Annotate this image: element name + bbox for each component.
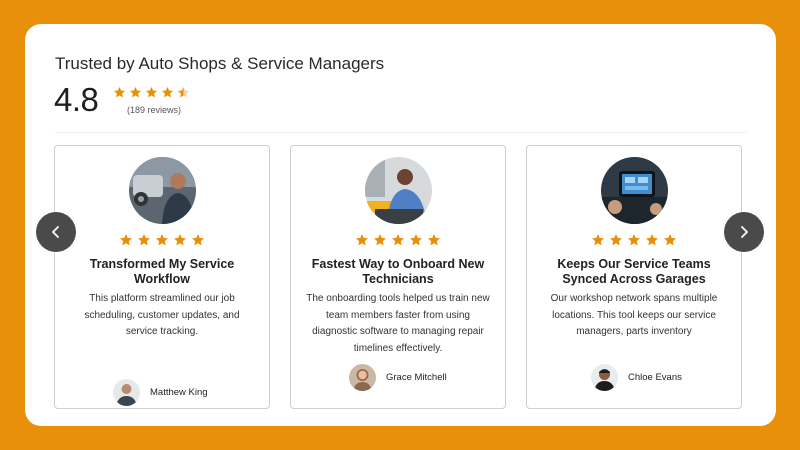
star-icon: [374, 234, 386, 246]
avatar: [113, 379, 140, 406]
average-rating: 4.8: [54, 81, 99, 118]
average-rating-stars: [113, 86, 193, 104]
divider: [55, 132, 746, 133]
testimonial-card: Transformed My Service Workflow This pla…: [54, 145, 270, 409]
star-icon: [410, 234, 422, 246]
testimonial-author: Grace Mitchell: [349, 364, 447, 391]
half-star-icon: [177, 86, 190, 98]
star-icon: [592, 234, 604, 246]
testimonial-text: Our workshop network spans multiple loca…: [550, 293, 718, 337]
testimonial-title: Transformed My Service Workflow: [89, 257, 235, 286]
carousel-next-button[interactable]: [724, 212, 764, 252]
star-icon: [392, 234, 404, 246]
testimonial-title: Fastest Way to Onboard New Technicians: [311, 257, 485, 286]
star-icon: [610, 234, 622, 246]
star-icon: [120, 234, 132, 246]
card-stars: [527, 233, 741, 247]
reviews-panel: Trusted by Auto Shops & Service Managers…: [25, 24, 776, 426]
star-icon: [156, 234, 168, 246]
reviewer-photo: [129, 157, 196, 224]
testimonial-text: The onboarding tools helped us train new…: [306, 293, 490, 354]
testimonial-author: Matthew King: [113, 379, 208, 406]
star-icon: [129, 86, 142, 98]
testimonial-author: Chloe Evans: [591, 364, 682, 391]
author-name: Chloe Evans: [628, 372, 682, 383]
testimonial-card: Fastest Way to Onboard New Technicians T…: [290, 145, 506, 409]
testimonial-card: Keeps Our Service Teams Synced Across Ga…: [526, 145, 742, 409]
carousel-prev-button[interactable]: [36, 212, 76, 252]
star-icon: [192, 234, 204, 246]
avatar: [349, 364, 376, 391]
reviewer-photo: [601, 157, 668, 224]
card-stars: [55, 233, 269, 247]
card-stars: [291, 233, 505, 247]
star-icon: [646, 234, 658, 246]
testimonial-title: Keeps Our Service Teams Synced Across Ga…: [557, 257, 711, 286]
star-icon: [628, 234, 640, 246]
star-icon: [174, 234, 186, 246]
star-icon: [428, 234, 440, 246]
chevron-right-icon: [741, 226, 748, 238]
author-name: Grace Mitchell: [386, 372, 447, 383]
author-name: Matthew King: [150, 387, 208, 398]
star-icon: [664, 234, 676, 246]
chevron-left-icon: [52, 226, 59, 238]
star-icon: [145, 86, 158, 98]
star-icon: [356, 234, 368, 246]
star-icon: [161, 86, 174, 98]
section-title: Trusted by Auto Shops & Service Managers: [55, 54, 385, 73]
star-icon: [138, 234, 150, 246]
avatar: [591, 364, 618, 391]
review-count: (189 reviews): [127, 105, 182, 115]
star-icon: [113, 86, 126, 98]
testimonial-text: This platform streamlined our job schedu…: [84, 293, 240, 337]
reviewer-photo: [365, 157, 432, 224]
